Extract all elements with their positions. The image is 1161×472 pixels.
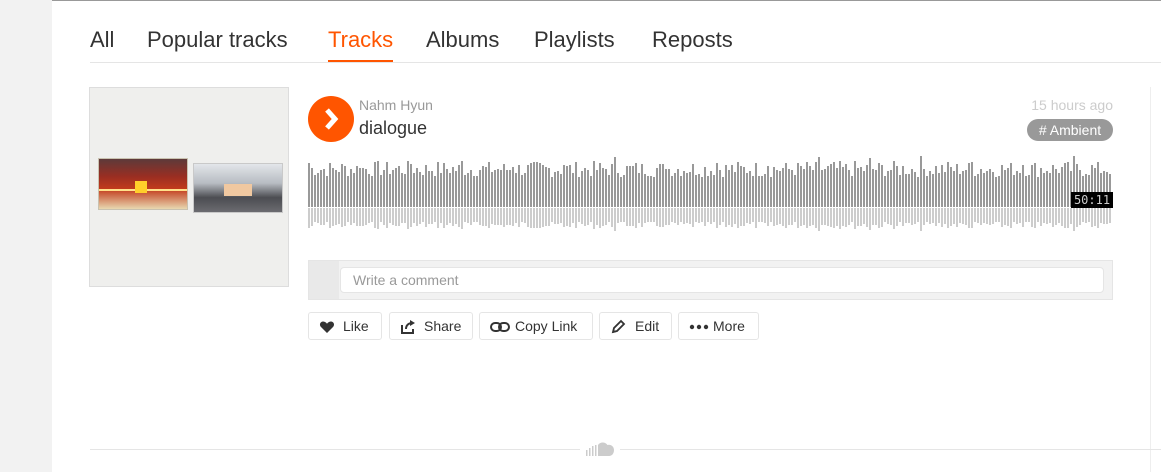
track-duration: 50:11 [1071, 192, 1113, 208]
genre-tag[interactable]: # Ambient [1027, 119, 1113, 141]
more-dots-icon [689, 324, 709, 330]
heart-icon [319, 321, 335, 333]
comment-input[interactable] [340, 267, 1104, 293]
share-button[interactable]: Share [389, 312, 473, 340]
soundcloud-logo-icon [586, 442, 614, 456]
tab-reposts[interactable]: Reposts [652, 24, 733, 62]
tab-albums[interactable]: Albums [426, 24, 499, 62]
footer-divider [90, 449, 1161, 450]
tab-tracks[interactable]: Tracks [328, 24, 394, 62]
more-label: More [713, 318, 745, 334]
comment-bar [308, 260, 1113, 300]
tab-playlists[interactable]: Playlists [534, 24, 615, 62]
artwork-image-left [98, 158, 188, 210]
play-button[interactable] [308, 96, 354, 142]
share-icon [401, 320, 415, 334]
pencil-icon [611, 319, 626, 334]
tab-popular-tracks[interactable]: Popular tracks [147, 24, 288, 62]
main-content: All Popular tracks Tracks Albums Playlis… [52, 0, 1161, 472]
track-artwork[interactable] [89, 87, 289, 287]
right-divider [1150, 87, 1151, 472]
comment-avatar [309, 261, 339, 299]
copy-link-label: Copy Link [515, 318, 578, 334]
edit-label: Edit [635, 318, 660, 334]
artwork-image-right [193, 163, 283, 213]
share-label: Share [424, 318, 462, 334]
like-button[interactable]: Like [308, 312, 382, 340]
track-username[interactable]: Nahm Hyun [359, 97, 433, 113]
link-icon [490, 322, 510, 332]
footer-logo [580, 440, 620, 458]
tab-all[interactable]: All [90, 24, 114, 62]
track-title[interactable]: dialogue [359, 118, 427, 139]
profile-tabs: All Popular tracks Tracks Albums Playlis… [90, 24, 1161, 63]
more-button[interactable]: More [678, 312, 759, 340]
edit-button[interactable]: Edit [599, 312, 672, 340]
track-posted-time: 15 hours ago [1031, 97, 1113, 113]
waveform[interactable] [308, 155, 1114, 233]
play-icon [325, 108, 339, 130]
copy-link-button[interactable]: Copy Link [479, 312, 593, 340]
like-label: Like [343, 318, 369, 334]
top-divider [52, 0, 1161, 1]
